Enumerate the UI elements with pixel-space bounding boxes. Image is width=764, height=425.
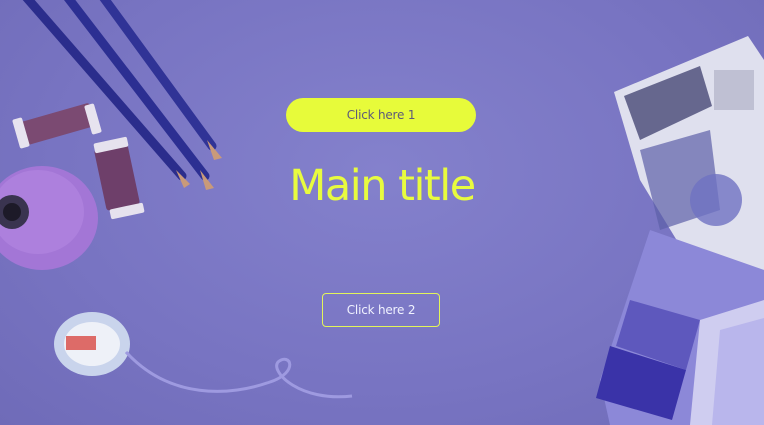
magazine-collage [614, 36, 764, 270]
yarn-cone [0, 166, 98, 270]
thread-spool-vertical [93, 136, 145, 220]
ribbon-roll [54, 312, 353, 399]
secondary-cta-button[interactable]: Click here 2 [322, 293, 440, 327]
hero-section: Click here 1 Main title Click here 2 [0, 0, 764, 425]
primary-cta-button[interactable]: Click here 1 [286, 98, 476, 132]
thread-spool-small [12, 103, 102, 149]
main-title: Main title [289, 161, 476, 211]
